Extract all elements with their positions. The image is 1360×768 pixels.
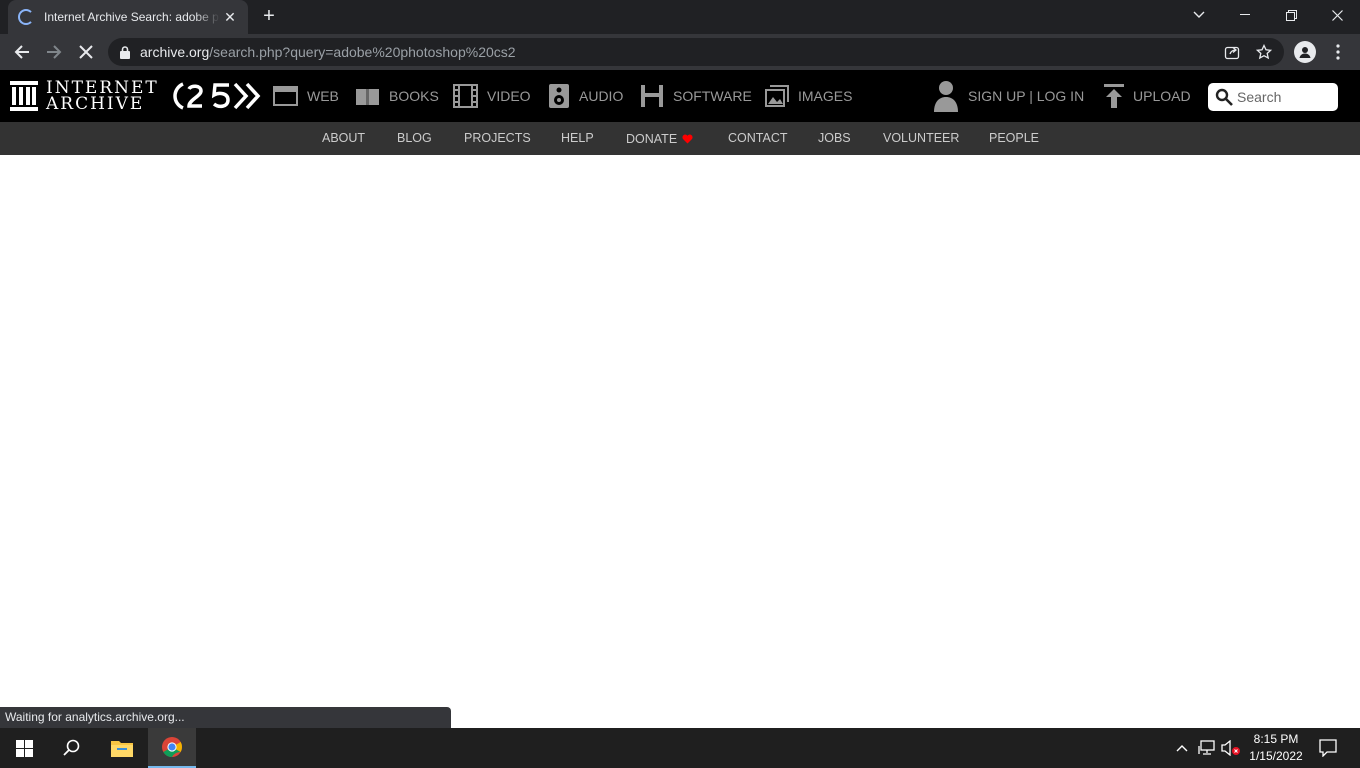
nav-audio[interactable]: AUDIO <box>548 70 623 122</box>
windows-taskbar: 8:15 PM 1/15/2022 <box>0 728 1360 768</box>
upload-arrow-icon <box>1104 84 1124 108</box>
ia-search-box[interactable] <box>1208 83 1338 111</box>
subnav-blog[interactable]: BLOG <box>397 122 432 155</box>
nav-images[interactable]: IMAGES <box>765 70 852 122</box>
restore-button[interactable] <box>1268 0 1314 30</box>
browser-tabstrip: Internet Archive Search: adobe photoshop… <box>0 0 1360 34</box>
new-tab-button[interactable]: + <box>258 6 280 28</box>
nav-software[interactable]: SOFTWARE <box>640 70 752 122</box>
user-icon <box>933 80 959 112</box>
browser-tab-active[interactable]: Internet Archive Search: adobe photoshop… <box>8 0 248 34</box>
web-icon <box>273 86 298 106</box>
archive-building-icon <box>10 81 38 111</box>
tab-title: Internet Archive Search: adobe photoshop… <box>44 10 220 24</box>
file-explorer-icon[interactable] <box>98 728 146 768</box>
tab-search-chevron-icon[interactable] <box>1176 0 1222 30</box>
taskbar-search-icon[interactable] <box>48 728 96 768</box>
stop-loading-icon[interactable] <box>74 40 98 64</box>
nav-web[interactable]: WEB <box>273 70 339 122</box>
action-center-icon[interactable] <box>1310 728 1346 768</box>
subnav-contact[interactable]: CONTACT <box>728 122 788 155</box>
signup-login-link[interactable]: SIGN UP | LOG IN <box>933 70 1084 122</box>
loading-status-bubble: Waiting for analytics.archive.org... <box>0 707 451 728</box>
upload-link[interactable]: UPLOAD <box>1104 70 1191 122</box>
subnav-people[interactable]: PEOPLE <box>989 122 1039 155</box>
page-content-area <box>0 155 1360 728</box>
volume-muted-icon[interactable] <box>1219 728 1243 768</box>
loading-spinner-icon <box>18 9 34 25</box>
network-icon[interactable] <box>1195 728 1219 768</box>
speaker-icon <box>548 83 570 109</box>
tab-close-button[interactable]: ✕ <box>222 9 238 26</box>
search-input[interactable] <box>1237 89 1333 105</box>
url-text[interactable]: archive.org/search.php?query=adobe%20pho… <box>140 44 516 60</box>
minimize-button[interactable] <box>1222 0 1268 30</box>
lock-icon[interactable] <box>120 45 130 59</box>
chrome-taskbar-icon[interactable] <box>148 728 196 768</box>
film-icon <box>453 84 478 108</box>
search-icon[interactable] <box>1215 88 1233 106</box>
nav-books[interactable]: BOOKS <box>355 70 439 122</box>
profile-avatar-icon[interactable] <box>1294 41 1316 63</box>
address-bar[interactable]: archive.org/search.php?query=adobe%20pho… <box>108 38 1284 66</box>
show-hidden-icons-chevron-icon[interactable] <box>1170 728 1194 768</box>
ia-25-anniversary-icon <box>171 80 263 112</box>
nav-video[interactable]: VIDEO <box>453 70 531 122</box>
chrome-menu-icon[interactable] <box>1326 40 1350 64</box>
ia-sub-nav: ABOUT BLOG PROJECTS HELP DONATE CONTACT … <box>0 122 1360 155</box>
close-window-button[interactable] <box>1314 0 1360 30</box>
subnav-volunteer[interactable]: VOLUNTEER <box>883 122 959 155</box>
forward-arrow-icon[interactable] <box>42 40 66 64</box>
taskbar-clock[interactable]: 8:15 PM 1/15/2022 <box>1244 731 1308 765</box>
subnav-help[interactable]: HELP <box>561 122 594 155</box>
ia-top-nav: INTERNET ARCHIVE WEB BOOKS VIDEO AUDIO SO… <box>0 70 1360 122</box>
back-arrow-icon[interactable] <box>10 40 34 64</box>
subnav-about[interactable]: ABOUT <box>322 122 365 155</box>
ia-logo[interactable]: INTERNET ARCHIVE <box>10 78 263 114</box>
images-icon <box>765 85 789 107</box>
books-icon <box>355 86 380 106</box>
ia-wordmark: INTERNET ARCHIVE <box>46 78 159 114</box>
floppy-disk-icon <box>640 84 664 108</box>
bookmark-star-icon[interactable] <box>1256 38 1272 66</box>
subnav-jobs[interactable]: JOBS <box>818 122 851 155</box>
browser-toolbar: archive.org/search.php?query=adobe%20pho… <box>0 34 1360 70</box>
heart-icon <box>682 134 693 144</box>
share-icon[interactable] <box>1224 38 1240 66</box>
windows-start-icon[interactable] <box>0 728 48 768</box>
subnav-donate[interactable]: DONATE <box>626 122 693 155</box>
subnav-projects[interactable]: PROJECTS <box>464 122 531 155</box>
